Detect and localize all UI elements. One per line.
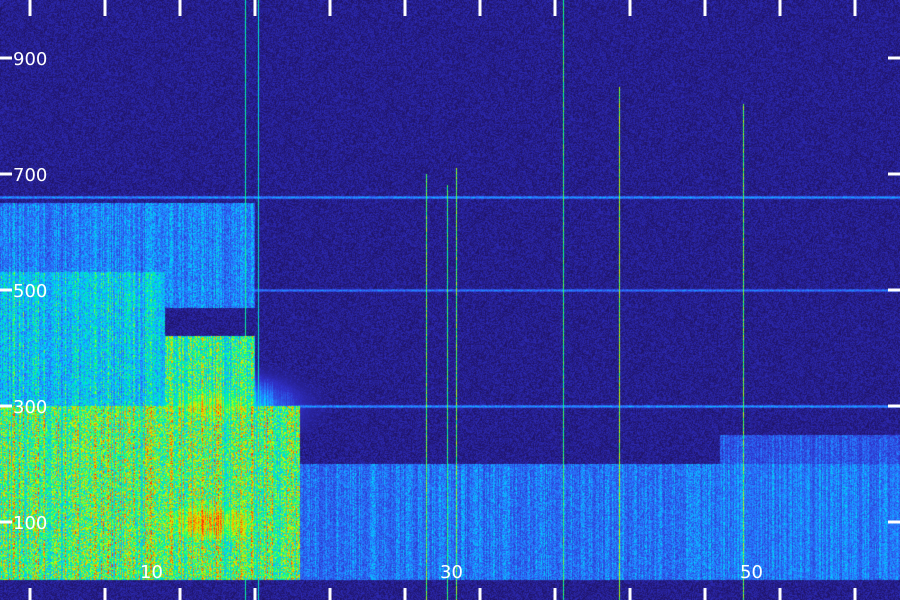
y-tick-label: 300	[13, 397, 47, 418]
y-tick-label: 700	[13, 165, 47, 186]
x-tick-label: 30	[440, 562, 463, 583]
spectrogram-chart: 100 300 500 700 900 10 30 50	[0, 0, 900, 600]
x-tick-label: 50	[740, 562, 763, 583]
y-tick-label: 100	[13, 513, 47, 534]
y-tick-label: 500	[13, 281, 47, 302]
x-tick-label: 10	[140, 562, 163, 583]
y-tick-label: 900	[13, 49, 47, 70]
heatmap-image	[0, 0, 900, 600]
